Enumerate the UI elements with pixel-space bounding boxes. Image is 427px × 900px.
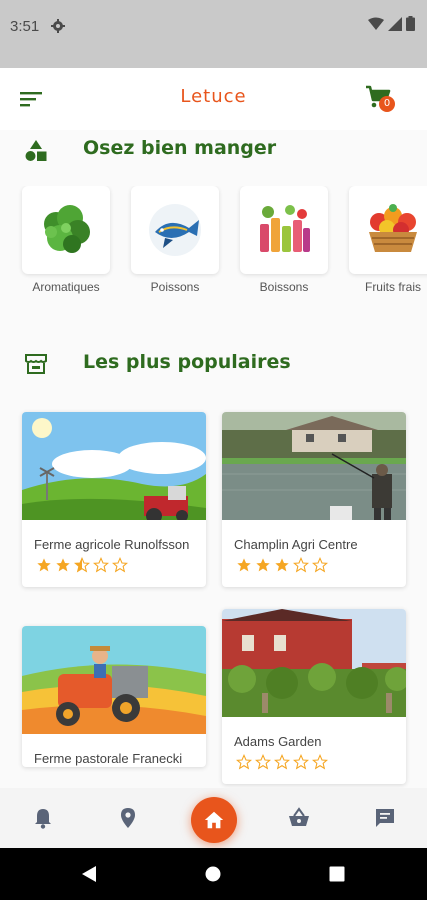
- home-icon: [204, 811, 224, 829]
- cart-count-badge: 0: [379, 96, 395, 112]
- garden-barn-photo: [222, 609, 406, 717]
- rating-stars: [22, 553, 206, 587]
- chat-icon[interactable]: [373, 806, 397, 830]
- fish-image: [149, 204, 201, 256]
- battery-icon: [406, 16, 415, 31]
- rating-stars: [222, 553, 406, 587]
- category-label: Fruits frais: [364, 280, 421, 294]
- star-full-icon: [56, 558, 70, 572]
- popular-card-franecki[interactable]: Ferme pastorale Franecki: [22, 626, 206, 767]
- bell-icon[interactable]: [31, 806, 55, 830]
- star-empty-icon: [255, 754, 271, 770]
- categories-carousel[interactable]: Aromatiques Poissons Boissons Fruits fra…: [0, 186, 427, 306]
- category-poissons[interactable]: Poissons: [131, 186, 219, 294]
- cart-button[interactable]: 0: [365, 84, 395, 114]
- star-empty-icon: [293, 557, 309, 573]
- recents-square-icon[interactable]: [329, 866, 345, 882]
- categories-section-title: Osez bien manger: [83, 137, 277, 159]
- category-fruits-frais[interactable]: Fruits frais: [349, 186, 427, 294]
- popular-card-champlin[interactable]: Champlin Agri Centre: [222, 412, 406, 587]
- star-empty-icon: [274, 754, 290, 770]
- star-full-icon: [37, 558, 51, 572]
- popular-section-title: Les plus populaires: [83, 351, 291, 373]
- star-empty-icon: [112, 557, 128, 573]
- category-aromatiques[interactable]: Aromatiques: [22, 186, 110, 294]
- farm-name: Ferme pastorale Franecki: [34, 751, 183, 766]
- lake-fishing-photo: [222, 412, 406, 520]
- star-full-icon: [256, 558, 270, 572]
- status-time: 3:51: [10, 18, 40, 35]
- status-bar: 3:51: [0, 0, 427, 68]
- settings-gear-icon: [51, 19, 65, 33]
- farm-cartoon-image: [22, 412, 206, 520]
- star-half-icon: [74, 557, 90, 573]
- back-icon[interactable]: [81, 865, 97, 883]
- home-button[interactable]: [191, 797, 237, 843]
- tractor-cartoon-image: [22, 626, 206, 734]
- app-title: Letuce: [180, 86, 247, 107]
- store-icon: [25, 354, 47, 374]
- star-empty-icon: [293, 754, 309, 770]
- star-full-icon: [237, 558, 251, 572]
- farm-name: Champlin Agri Centre: [234, 537, 358, 552]
- star-full-icon: [275, 558, 289, 572]
- category-label: Aromatiques: [32, 280, 100, 294]
- star-empty-icon: [312, 754, 328, 770]
- category-boissons[interactable]: Boissons: [240, 186, 328, 294]
- category-label: Poissons: [150, 280, 200, 294]
- basket-icon[interactable]: [287, 806, 311, 830]
- shapes-icon: [25, 140, 47, 161]
- herbs-image: [44, 205, 90, 253]
- star-empty-icon: [93, 557, 109, 573]
- rating-stars: [222, 750, 406, 784]
- system-nav-bar: [0, 848, 427, 900]
- popular-card-runolfsson[interactable]: Ferme agricole Runolfsson: [22, 412, 206, 587]
- farm-name: Adams Garden: [234, 734, 322, 749]
- app-bar: Letuce 0: [0, 68, 427, 130]
- category-label: Boissons: [259, 280, 309, 294]
- home-circle-icon[interactable]: [205, 866, 221, 882]
- map-pin-icon[interactable]: [116, 806, 140, 830]
- signal-icon: [388, 16, 402, 31]
- popular-card-adams[interactable]: Adams Garden: [222, 609, 406, 784]
- fruit-basket-image: [369, 204, 417, 252]
- wifi-icon: [368, 17, 384, 30]
- star-empty-icon: [236, 754, 252, 770]
- star-empty-icon: [312, 557, 328, 573]
- farm-name: Ferme agricole Runolfsson: [34, 537, 190, 552]
- drinks-image: [260, 205, 310, 252]
